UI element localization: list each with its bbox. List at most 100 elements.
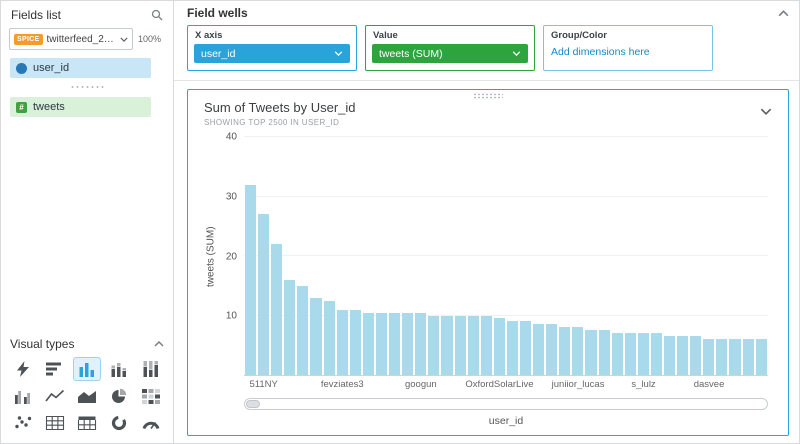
x-axis-title: user_id bbox=[488, 415, 524, 427]
visual-types-title: Visual types bbox=[10, 337, 75, 351]
bar[interactable] bbox=[349, 309, 361, 375]
bar[interactable] bbox=[598, 330, 610, 375]
bar[interactable] bbox=[258, 214, 270, 375]
chevron-down-icon bbox=[120, 36, 128, 42]
dataset-selector[interactable]: SPICE twitterfeed_2017-... bbox=[9, 28, 133, 50]
bar[interactable] bbox=[703, 339, 715, 375]
visual-type-grouped-bar-icon[interactable] bbox=[10, 385, 37, 407]
measure-icon: # bbox=[16, 101, 27, 113]
bar[interactable] bbox=[375, 312, 388, 375]
bar[interactable] bbox=[402, 312, 414, 375]
bar[interactable] bbox=[716, 339, 728, 375]
value-field-name: tweets (SUM) bbox=[379, 47, 443, 60]
bar[interactable] bbox=[297, 285, 309, 375]
bar[interactable] bbox=[755, 339, 767, 375]
bar[interactable] bbox=[480, 315, 492, 375]
bar[interactable] bbox=[650, 333, 662, 375]
bar[interactable] bbox=[546, 324, 558, 375]
field-item-user-id[interactable]: user_id bbox=[10, 58, 151, 78]
bar[interactable] bbox=[428, 315, 440, 375]
collapse-visual-types-icon[interactable] bbox=[154, 341, 164, 347]
field-label: tweets bbox=[33, 101, 65, 113]
bar[interactable] bbox=[389, 312, 401, 375]
bar[interactable] bbox=[493, 318, 505, 375]
bar[interactable] bbox=[245, 184, 257, 375]
bar[interactable] bbox=[271, 244, 283, 375]
visual-type-stacked-100-bar-icon[interactable] bbox=[137, 358, 164, 380]
chevron-down-icon bbox=[512, 51, 521, 56]
visual-type-area-chart-icon[interactable] bbox=[74, 385, 101, 407]
fields-list-title: Fields list bbox=[11, 8, 62, 22]
bar[interactable] bbox=[585, 330, 597, 375]
x-tick-label: dasvee bbox=[693, 379, 725, 390]
drag-handle-icon[interactable] bbox=[473, 93, 503, 99]
y-tick-label: 30 bbox=[225, 191, 237, 203]
bar[interactable] bbox=[336, 309, 348, 375]
bar[interactable] bbox=[310, 297, 322, 375]
scrollbar-thumb[interactable] bbox=[246, 400, 260, 408]
visual-title-block: Sum of Tweets by User_id SHOWING TOP 250… bbox=[204, 100, 356, 127]
visual-type-vertical-bar-icon[interactable] bbox=[72, 357, 102, 381]
field-wells-bar: Field wells bbox=[174, 1, 799, 24]
visual-types-header: Visual types bbox=[10, 337, 164, 351]
x-axis-field-pill[interactable]: user_id bbox=[194, 44, 350, 63]
value-field-pill[interactable]: tweets (SUM) bbox=[372, 44, 528, 63]
visual-menu-icon[interactable] bbox=[760, 102, 772, 120]
bar[interactable] bbox=[441, 315, 453, 375]
bar[interactable] bbox=[533, 324, 545, 375]
x-axis-well-label: X axis bbox=[195, 30, 223, 41]
bar[interactable] bbox=[637, 333, 649, 375]
sheet-canvas: Sum of Tweets by User_id SHOWING TOP 250… bbox=[174, 81, 799, 443]
visual-type-table-icon[interactable] bbox=[42, 412, 69, 434]
add-dimensions-link[interactable]: Add dimensions here bbox=[544, 44, 712, 60]
dimension-icon bbox=[16, 62, 27, 74]
visual-type-pivot-table-icon[interactable] bbox=[74, 412, 101, 434]
collapse-field-wells-icon[interactable] bbox=[778, 9, 789, 17]
group-color-well-label: Group/Color bbox=[551, 30, 607, 41]
bar[interactable] bbox=[323, 300, 335, 375]
y-tick-label: 10 bbox=[225, 310, 237, 322]
bar[interactable] bbox=[742, 339, 754, 375]
visual-type-stacked-bar-icon[interactable] bbox=[105, 358, 132, 380]
bar[interactable] bbox=[467, 315, 479, 375]
x-axis-well[interactable]: X axis user_id bbox=[187, 25, 357, 71]
field-item-tweets[interactable]: # tweets bbox=[10, 97, 151, 117]
bar[interactable] bbox=[729, 339, 741, 375]
x-tick-label: juniior_lucas bbox=[551, 379, 605, 390]
search-icon[interactable] bbox=[151, 9, 163, 21]
drag-handle-icon[interactable] bbox=[70, 85, 104, 89]
visual-type-line-chart-icon[interactable] bbox=[42, 385, 69, 407]
chart-scrollbar[interactable] bbox=[244, 398, 768, 410]
value-well[interactable]: Value tweets (SUM) bbox=[365, 25, 535, 71]
visual-type-heat-map-icon[interactable] bbox=[137, 385, 164, 407]
visual-type-auto-graph-icon[interactable] bbox=[10, 358, 37, 380]
visual-card[interactable]: Sum of Tweets by User_id SHOWING TOP 250… bbox=[187, 89, 789, 436]
bar[interactable] bbox=[664, 336, 676, 375]
bar[interactable] bbox=[362, 312, 374, 375]
visual-type-horizontal-bar-icon[interactable] bbox=[42, 358, 69, 380]
visual-card-header: Sum of Tweets by User_id SHOWING TOP 250… bbox=[204, 100, 772, 127]
bar[interactable] bbox=[611, 333, 623, 375]
x-tick-label: s_lulz bbox=[631, 379, 656, 390]
fields-list-header: Fields list bbox=[1, 1, 173, 28]
visual-type-gauge-icon[interactable] bbox=[137, 412, 164, 434]
bar[interactable] bbox=[506, 321, 518, 375]
field-label: user_id bbox=[33, 62, 70, 74]
bar[interactable] bbox=[519, 321, 532, 375]
visual-type-pie-chart-icon[interactable] bbox=[105, 385, 132, 407]
bar[interactable] bbox=[454, 315, 466, 375]
bar[interactable] bbox=[415, 312, 427, 375]
x-axis-field-name: user_id bbox=[201, 47, 236, 60]
bar[interactable] bbox=[284, 279, 296, 375]
bar[interactable] bbox=[624, 333, 636, 375]
visual-types-panel: Visual types bbox=[1, 331, 173, 443]
bar[interactable] bbox=[677, 336, 689, 375]
visual-type-donut-chart-icon[interactable] bbox=[105, 412, 132, 434]
visual-type-scatter-plot-icon[interactable] bbox=[10, 412, 37, 434]
analysis-main: Field wells X axis user_id Value tweets … bbox=[174, 1, 799, 443]
bar[interactable] bbox=[690, 336, 702, 375]
group-color-well[interactable]: Group/Color Add dimensions here bbox=[543, 25, 713, 71]
chart-subtitle: SHOWING TOP 2500 IN USER_ID bbox=[204, 118, 340, 127]
bar[interactable] bbox=[559, 327, 571, 375]
bar[interactable] bbox=[572, 327, 584, 375]
